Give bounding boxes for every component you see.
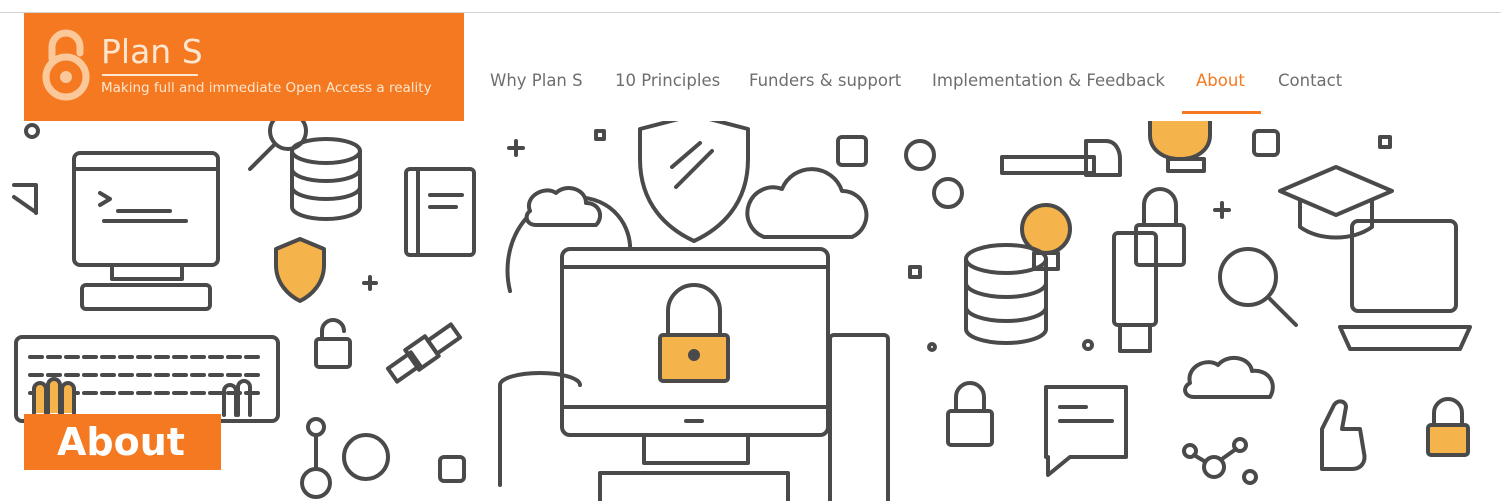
nav-item-implementation-feedback[interactable]: Implementation & Feedback [932, 71, 1165, 90]
satellite-icon [385, 322, 463, 384]
padlock-orange-icon [1426, 397, 1470, 457]
molecule-icon [1182, 437, 1258, 485]
gear-icon [904, 139, 936, 171]
site-logo-link[interactable]: Plan S Making full and immediate Open Ac… [24, 13, 464, 121]
hero-illustration [12, 121, 1472, 501]
speech-bubble-icon [1044, 385, 1128, 477]
padlock-mid-icon [1134, 187, 1186, 267]
nav-item-contact[interactable]: Contact [1278, 71, 1342, 90]
nav-item-why-plan-s[interactable]: Why Plan S [490, 71, 583, 90]
database-icon [290, 137, 362, 221]
nav-item-funders-support[interactable]: Funders & support [749, 71, 901, 90]
laptop-icon [1338, 219, 1472, 351]
page-title-badge: About [24, 414, 221, 470]
hammer-icon [1000, 139, 1122, 177]
chip-icon [836, 135, 868, 167]
hero-banner: About [0, 121, 1501, 501]
book-icon [404, 167, 476, 257]
brand-tagline: Making full and immediate Open Access a … [101, 80, 432, 96]
nav-item-10-principles[interactable]: 10 Principles [615, 71, 720, 90]
nav-active-indicator [1182, 111, 1261, 114]
monitor-icon [72, 151, 220, 311]
nav-item-about[interactable]: About [1196, 71, 1245, 90]
page-title: About [57, 420, 185, 464]
padlock-icon [314, 318, 352, 369]
brain-icon [1183, 355, 1275, 399]
bug-magnifier-icon [1218, 247, 1298, 327]
thumbs-up-icon [1320, 399, 1367, 471]
graduation-cap-icon [1278, 165, 1394, 217]
cloud-icon [745, 167, 869, 239]
network-icon [300, 417, 390, 499]
padlock-lower-icon [946, 381, 994, 447]
brand-title: Plan S [101, 32, 203, 71]
big-shield-icon [638, 121, 750, 243]
shield-icon [274, 237, 326, 303]
open-access-lock-icon [42, 29, 90, 101]
brand-divider [102, 74, 198, 76]
